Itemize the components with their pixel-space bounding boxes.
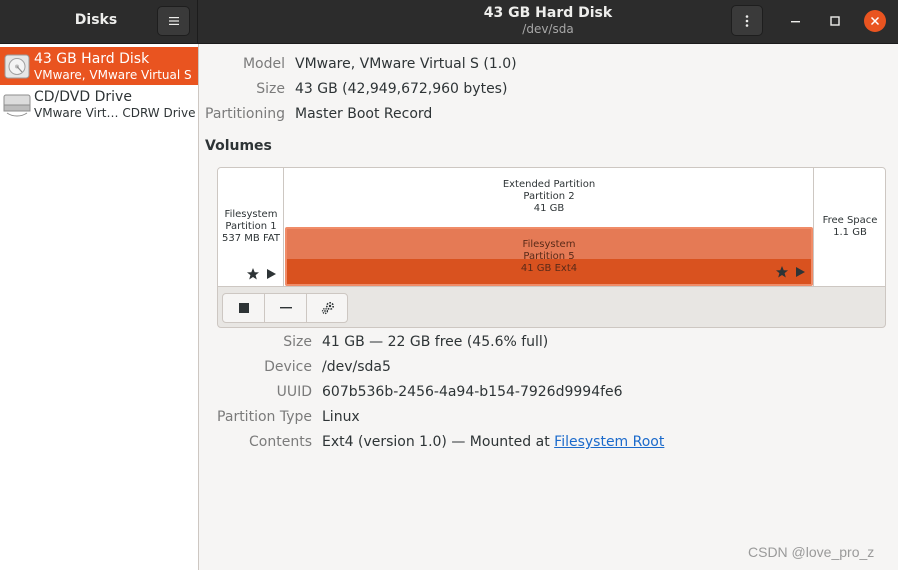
partitioning-value: Master Boot Record [295, 106, 433, 122]
volumes-map: Filesystem Partition 1 537 MB FAT Extend… [217, 167, 886, 328]
window-subtitle: /dev/sda [522, 22, 574, 36]
free-space-label: Free Space 1.1 GB [822, 215, 878, 238]
star-icon [247, 268, 259, 280]
contents-text: Ext4 (version 1.0) — Mounted at [322, 434, 555, 450]
size-label: Size [256, 81, 285, 97]
close-icon [870, 16, 880, 26]
minimize-icon [791, 21, 800, 23]
partition-5-block[interactable]: Filesystem Partition 5 41 GB Ext4 [285, 227, 813, 286]
play-icon [796, 267, 805, 277]
volume-size-label: Size [283, 334, 312, 350]
delete-partition-button[interactable] [265, 294, 307, 322]
main-menu-button[interactable] [157, 6, 190, 36]
partition-5-label: Filesystem Partition 5 41 GB Ext4 [520, 239, 578, 274]
partition-1-label: Filesystem Partition 1 537 MB FAT [222, 209, 280, 244]
star-icon [776, 266, 788, 278]
volumes-heading: Volumes [205, 138, 272, 154]
hard-disk-icon [4, 54, 30, 79]
contents-value: Ext4 (version 1.0) — Mounted at Filesyst… [322, 433, 664, 451]
disk-description: VMware, VMware Virtual S [34, 68, 192, 82]
maximize-button[interactable] [825, 11, 845, 31]
uuid-label: UUID [276, 384, 312, 400]
partitioning-label: Partitioning [205, 106, 285, 122]
minimize-button[interactable] [786, 11, 806, 31]
device-label: Device [264, 359, 312, 375]
close-button[interactable] [864, 10, 886, 32]
volume-size-value: 41 GB — 22 GB free (45.6% full) [322, 334, 549, 350]
partition-type-value: Linux [322, 409, 360, 425]
header-bar: Disks 43 GB Hard Disk /dev/sda [0, 0, 898, 44]
partition-options-button[interactable] [307, 294, 349, 322]
uuid-value: 607b536b-2456-4a94-b154-7926d9994fe6 [322, 384, 623, 400]
partition-1-block[interactable]: Filesystem Partition 1 537 MB FAT [218, 168, 284, 287]
window-title-block: 43 GB Hard Disk /dev/sda [398, 4, 698, 37]
play-icon [267, 269, 276, 279]
partition-2-label: Extended Partition Partition 2 41 GB [502, 179, 596, 214]
contents-label: Contents [249, 434, 312, 450]
watermark: CSDN @love_pro_z [748, 544, 875, 560]
disk-name: 43 GB Hard Disk [34, 51, 150, 67]
vertical-dots-icon [745, 15, 749, 27]
size-value: 43 GB (42,949,672,960 bytes) [295, 81, 508, 97]
drive-options-button[interactable] [731, 5, 763, 36]
unmount-button[interactable] [223, 294, 265, 322]
hamburger-menu-icon [169, 17, 179, 25]
disk-name: CD/DVD Drive [34, 89, 132, 105]
volume-toolbar [222, 293, 348, 323]
free-space-block[interactable]: Free Space 1.1 GB [815, 168, 885, 287]
gears-icon [321, 301, 335, 315]
model-label: Model [242, 56, 285, 72]
partition-type-label: Partition Type [217, 409, 312, 425]
extended-partition-block[interactable]: Extended Partition Partition 2 41 GB Fil… [284, 168, 814, 287]
sidebar-item-cd-dvd-drive[interactable]: CD/DVD Drive VMware Virt… CDRW Drive [0, 85, 198, 123]
volume-layout: Filesystem Partition 1 537 MB FAT Extend… [218, 168, 885, 287]
stop-icon [239, 303, 249, 313]
device-value: /dev/sda5 [322, 359, 391, 375]
maximize-icon [830, 16, 840, 26]
model-value: VMware, VMware Virtual S (1.0) [295, 56, 517, 72]
disk-list-sidebar: 43 GB Hard Disk VMware, VMware Virtual S… [0, 44, 199, 570]
disk-description: VMware Virt… CDRW Drive [34, 106, 196, 120]
minus-icon [280, 307, 292, 309]
window-title: 43 GB Hard Disk [483, 5, 613, 21]
filesystem-root-link[interactable]: Filesystem Root [554, 434, 664, 450]
sidebar-header: Disks [0, 0, 198, 44]
sidebar-item-hard-disk[interactable]: 43 GB Hard Disk VMware, VMware Virtual S [0, 47, 198, 85]
optical-drive-icon [3, 94, 31, 117]
disk-details-pane: Model VMware, VMware Virtual S (1.0) Siz… [200, 44, 898, 570]
